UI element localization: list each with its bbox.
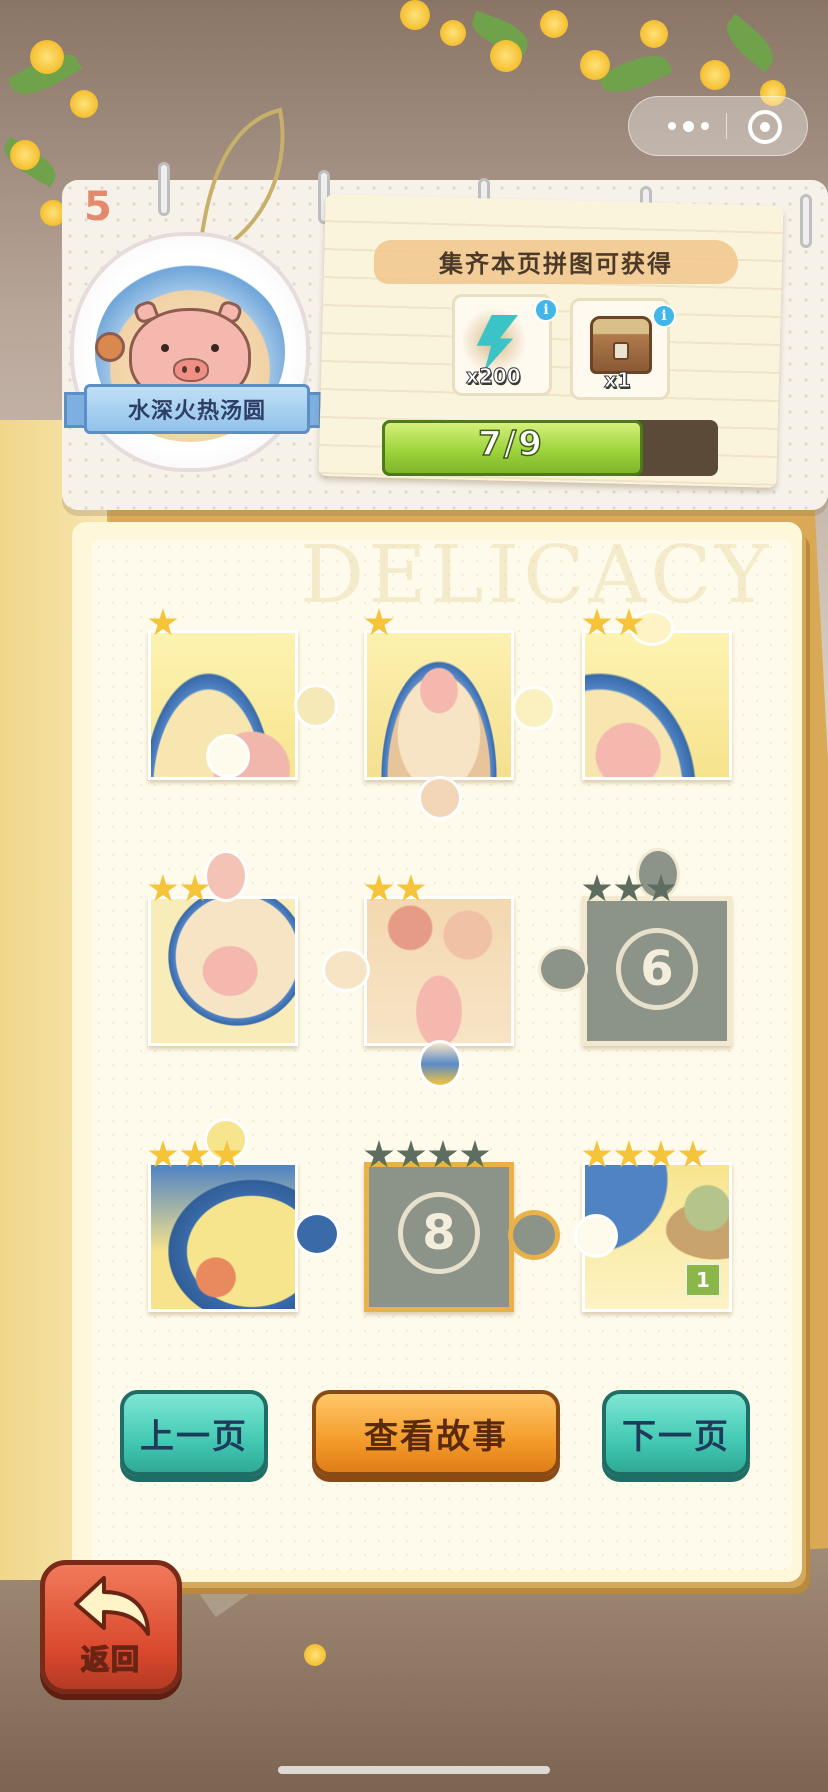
star-icon bbox=[180, 1140, 210, 1168]
reward-quantity: x200 bbox=[466, 364, 522, 389]
star-icon bbox=[148, 874, 178, 902]
star-icon bbox=[614, 1140, 644, 1168]
info-icon[interactable]: i bbox=[534, 298, 558, 322]
flower-decoration bbox=[440, 20, 466, 46]
info-icon[interactable]: i bbox=[652, 304, 676, 328]
puzzle-piece-2[interactable] bbox=[364, 630, 514, 780]
star-icon bbox=[428, 1140, 458, 1168]
puzzle-tab bbox=[206, 734, 250, 778]
return-arrow-icon bbox=[74, 1576, 150, 1636]
badge-title: 水深火热汤圆 bbox=[127, 399, 266, 424]
view-story-button[interactable]: 查看故事 bbox=[312, 1390, 560, 1476]
leaf-decoration bbox=[597, 46, 673, 102]
flower-decoration bbox=[70, 90, 98, 118]
puzzle-tab bbox=[508, 1210, 560, 1260]
reward-title: 集齐本页拼图可获得 bbox=[439, 250, 673, 278]
star-icon bbox=[460, 1140, 490, 1168]
star-icon bbox=[582, 608, 612, 636]
piece-stars bbox=[148, 874, 210, 904]
flower-decoration bbox=[580, 50, 610, 80]
puzzle-tab bbox=[512, 686, 556, 730]
binder-ring bbox=[800, 194, 812, 248]
puzzle-piece-4[interactable] bbox=[148, 896, 298, 1046]
piece-stars bbox=[148, 608, 178, 638]
progress-label: 7/9 bbox=[477, 423, 544, 465]
star-icon bbox=[614, 608, 644, 636]
star-icon bbox=[212, 1140, 242, 1168]
flower-decoration bbox=[540, 10, 568, 38]
next-page-button[interactable]: 下一页 bbox=[602, 1390, 750, 1476]
star-icon bbox=[148, 608, 178, 636]
prev-page-button[interactable]: 上一页 bbox=[120, 1390, 268, 1476]
piece-stars bbox=[364, 874, 426, 904]
leaf-decoration bbox=[718, 13, 782, 73]
more-options-icon[interactable] bbox=[668, 120, 709, 132]
puzzle-piece-5[interactable] bbox=[364, 896, 514, 1046]
home-indicator[interactable] bbox=[278, 1766, 550, 1774]
flower-decoration bbox=[400, 0, 430, 30]
puzzle-tab bbox=[294, 684, 338, 728]
flower-decoration bbox=[700, 60, 730, 90]
locked-piece-number: 8 bbox=[398, 1192, 480, 1274]
puzzle-tab bbox=[294, 1212, 340, 1256]
duplicate-count-badge: 1 bbox=[684, 1262, 722, 1298]
flower-decoration bbox=[640, 20, 668, 48]
star-icon bbox=[582, 874, 612, 902]
star-icon bbox=[396, 1140, 426, 1168]
puzzle-piece-7[interactable] bbox=[148, 1162, 298, 1312]
locked-piece-number: 6 bbox=[616, 928, 698, 1010]
piece-stars bbox=[364, 1140, 490, 1170]
star-icon bbox=[646, 874, 676, 902]
capsule-divider bbox=[726, 113, 727, 139]
star-icon bbox=[614, 874, 644, 902]
flower-decoration bbox=[304, 1644, 326, 1666]
piece-stars bbox=[364, 608, 394, 638]
flower-decoration bbox=[10, 140, 40, 170]
flower-decoration bbox=[490, 40, 522, 72]
star-icon bbox=[582, 1140, 612, 1168]
star-icon bbox=[364, 608, 394, 636]
binder-ring bbox=[158, 162, 170, 216]
piece-stars bbox=[582, 1140, 708, 1170]
back-label: 返回 bbox=[80, 1642, 141, 1677]
puzzle-tab bbox=[418, 1040, 462, 1088]
piece-stars bbox=[582, 874, 676, 904]
star-icon bbox=[364, 874, 394, 902]
flower-decoration bbox=[30, 40, 64, 74]
badge-ribbon: 水深火热汤圆 bbox=[84, 384, 310, 434]
close-miniprogram-icon[interactable] bbox=[748, 110, 782, 144]
puzzle-piece-3[interactable] bbox=[582, 630, 732, 780]
reward-quantity: x1 bbox=[604, 368, 632, 393]
puzzle-tab bbox=[322, 948, 370, 992]
puzzle-tab bbox=[204, 850, 248, 902]
chest-lock-icon bbox=[613, 342, 629, 360]
puzzle-tab bbox=[574, 1214, 618, 1258]
star-icon bbox=[180, 874, 210, 902]
star-icon bbox=[678, 1140, 708, 1168]
chapter-number: 5 bbox=[84, 184, 112, 230]
piece-stars bbox=[148, 1140, 242, 1170]
puzzle-tab bbox=[418, 776, 462, 820]
star-icon bbox=[396, 874, 426, 902]
star-icon bbox=[148, 1140, 178, 1168]
star-icon bbox=[646, 1140, 676, 1168]
star-icon bbox=[364, 1140, 394, 1168]
puzzle-tab bbox=[538, 946, 588, 992]
piece-stars bbox=[582, 608, 644, 638]
